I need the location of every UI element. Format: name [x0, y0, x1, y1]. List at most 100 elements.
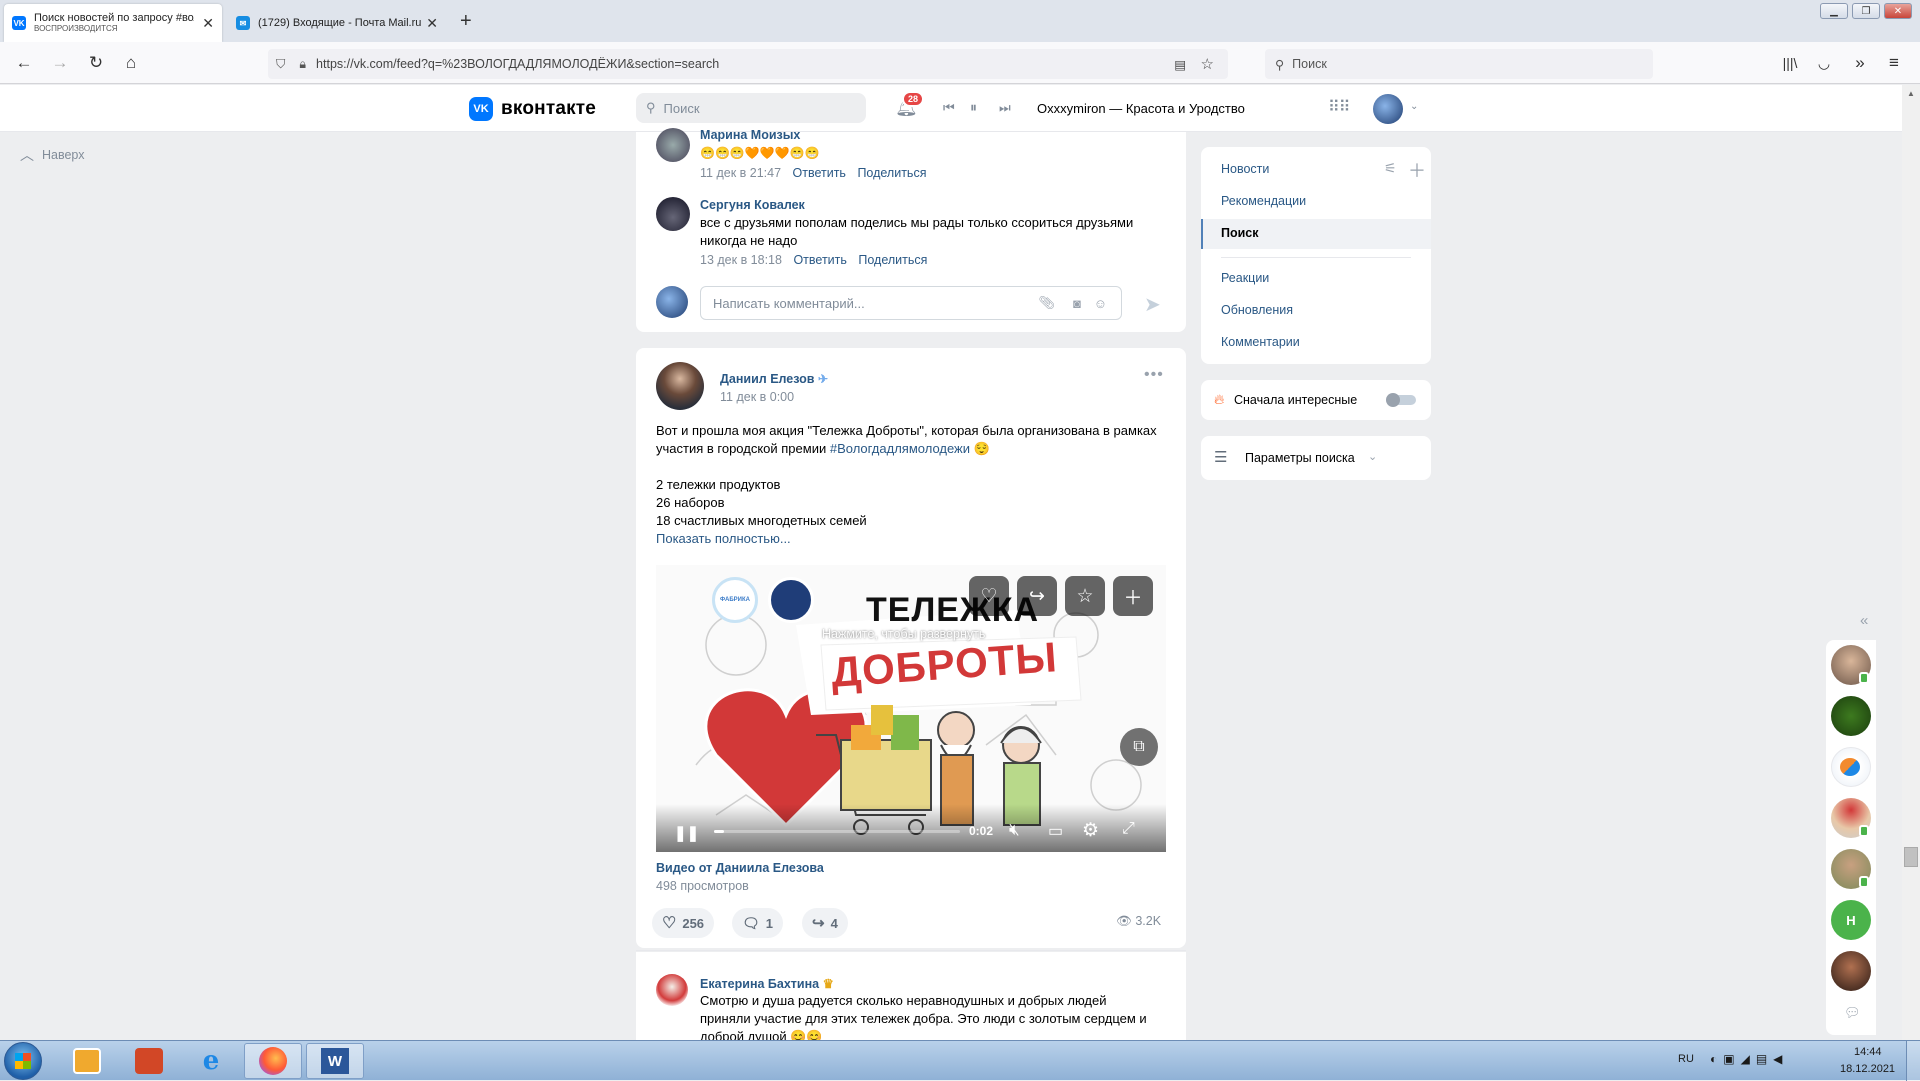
home-icon[interactable]: ⌂ [121, 54, 141, 72]
post-author-name[interactable]: Даниил Елезов ✈ [720, 372, 828, 386]
video-pause-icon[interactable]: ❚❚ [674, 824, 699, 842]
next-track-icon[interactable]: ⏭ [999, 100, 1011, 116]
comment-author[interactable]: Сергуня Ковалек [700, 198, 805, 212]
comment-avatar[interactable] [656, 974, 688, 1006]
video-favorite-star-button[interactable]: ☆ [1065, 576, 1105, 616]
emoji-icon[interactable]: ☺ [1094, 296, 1107, 311]
search-parameters-box[interactable]: ☰ Параметры поиска ⌄ [1201, 436, 1431, 480]
browser-search-bar[interactable]: ⚲ Поиск [1265, 49, 1653, 79]
comment-input[interactable]: Написать комментарий... 📎︎ ◙ ☺ [700, 286, 1122, 320]
taskbar-firefox[interactable] [244, 1043, 302, 1079]
menu-item-updates[interactable]: Обновления [1221, 303, 1293, 317]
comment-avatar[interactable] [656, 128, 690, 162]
taskbar-powerpoint[interactable] [120, 1043, 178, 1079]
forward-arrow-icon[interactable]: → [50, 54, 70, 72]
vk-search-input[interactable]: ⚲ Поиск [636, 93, 866, 123]
chat-collapse-icon[interactable]: « [1860, 612, 1868, 629]
page-scrollbar[interactable]: ▲ [1902, 85, 1920, 1040]
previous-track-icon[interactable]: ⏮ [943, 100, 955, 116]
keyboard-language[interactable]: RU [1678, 1053, 1694, 1065]
reload-icon[interactable]: ↻ [86, 54, 106, 72]
video-share-button[interactable]: ↪ [1017, 576, 1057, 616]
taskbar-internet-explorer[interactable]: e [182, 1043, 240, 1079]
post-date[interactable]: 11 дек в 0:00 [720, 390, 794, 404]
show-desktop-button[interactable] [1906, 1041, 1920, 1081]
video-caption[interactable]: Видео от Даниила Елезова [656, 861, 824, 875]
bookmark-star-icon[interactable]: ☆ [1201, 55, 1214, 73]
pocket-icon[interactable]: ◡ [1814, 54, 1834, 72]
clock-time[interactable]: 14:44 [1854, 1046, 1882, 1058]
chat-contact-avatar[interactable]: Н [1831, 900, 1871, 940]
url-bar[interactable]: ⛉ 🔒︎ https://vk.com/feed?q=%23ВОЛОГДАДЛЯ… [268, 49, 1228, 79]
theater-mode-icon[interactable]: ▭ [1048, 821, 1063, 841]
menu-item-search[interactable]: Поиск [1221, 226, 1259, 240]
back-arrow-icon[interactable]: ← [14, 54, 34, 72]
filter-sliders-icon[interactable]: ⚟ [1384, 160, 1397, 177]
menu-hamburger-icon[interactable]: ≡ [1884, 54, 1904, 72]
share-link[interactable]: Поделиться [858, 253, 927, 267]
hashtag-link[interactable]: #Вологдадлямолодежи [830, 441, 970, 456]
apps-grid-icon[interactable]: ⠿⠿ [1328, 97, 1350, 117]
start-button[interactable] [4, 1042, 42, 1080]
tray-icons[interactable]: ◐▣◢▤◀ [1710, 1052, 1788, 1066]
menu-item-recommendations[interactable]: Рекомендации [1221, 194, 1306, 208]
clock-date[interactable]: 18.12.2021 [1840, 1063, 1895, 1075]
attach-clip-icon[interactable]: 📎︎ [1038, 295, 1055, 311]
maximize-button[interactable]: ❐ [1852, 3, 1880, 19]
menu-item-comments[interactable]: Комментарии [1221, 335, 1300, 349]
tab-vk-search[interactable]: VK Поиск новостей по запросу #волог... В… [4, 4, 222, 42]
menu-item-news[interactable]: Новости [1221, 162, 1269, 176]
comment-button[interactable]: 🗨︎ 1 [732, 908, 784, 938]
tab-close-icon[interactable]: ✕ [426, 15, 438, 32]
more-options-icon[interactable]: ••• [1144, 366, 1164, 384]
reply-link[interactable]: Ответить [793, 253, 846, 267]
tab-mail[interactable]: ✉ (1729) Входящие - Почта Mail.ru ✕ [228, 4, 446, 42]
video-like-button[interactable]: ♡ [969, 576, 1009, 616]
menu-item-reactions[interactable]: Реакции [1221, 271, 1269, 285]
settings-gear-icon[interactable]: ⚙ [1082, 819, 1099, 842]
chat-contact-avatar[interactable] [1831, 696, 1871, 736]
user-avatar[interactable] [1373, 94, 1403, 124]
interesting-first-toggle[interactable] [1386, 393, 1416, 407]
comment-author[interactable]: Марина Моизых [700, 128, 800, 142]
chevron-down-icon[interactable]: ⌄ [1410, 101, 1418, 112]
vk-logo[interactable]: VK вконтакте [469, 97, 596, 121]
now-playing-track[interactable]: Oxxxymiron — Красота и Уродство [1037, 101, 1245, 116]
taskbar-word[interactable]: W [306, 1043, 364, 1079]
video-player[interactable]: ФАБРИКА ТЕЛЕЖКА Нажмите, чтобы развернут… [656, 565, 1166, 852]
scroll-up-arrow-icon[interactable]: ▲ [1902, 89, 1920, 98]
chat-contact-avatar[interactable] [1831, 951, 1871, 991]
mute-icon[interactable]: 🔇︎ [1009, 820, 1020, 840]
new-tab-button[interactable]: + [460, 10, 472, 33]
like-button[interactable]: ♡ 256 [652, 908, 715, 938]
share-button[interactable]: ↪ 4 [802, 908, 848, 938]
reply-link[interactable]: Ответить [793, 166, 846, 180]
chat-messages-icon[interactable]: 💬︎ [1844, 1005, 1861, 1021]
back-to-top-button[interactable]: ︿ Наверх [20, 145, 85, 165]
shield-icon[interactable]: ⛉ [276, 57, 285, 72]
comment-time[interactable]: 11 дек в 21:47 [700, 166, 781, 180]
comment-avatar[interactable] [656, 197, 690, 231]
reader-view-icon[interactable]: ▤ [1174, 57, 1186, 72]
tab-close-icon[interactable]: ✕ [202, 15, 214, 32]
close-window-button[interactable]: ✕ [1884, 3, 1912, 19]
url-text[interactable]: https://vk.com/feed?q=%23ВОЛОГДАДЛЯМОЛОД… [316, 57, 719, 71]
comment-author[interactable]: Екатерина Бахтина ♛ [700, 976, 834, 991]
pause-icon[interactable]: ⏸ [970, 99, 977, 116]
post-author-avatar[interactable] [656, 362, 704, 410]
camera-icon[interactable]: ◙ [1073, 296, 1081, 311]
overflow-chevron-icon[interactable]: » [1850, 54, 1870, 72]
video-progress-track[interactable] [714, 830, 960, 833]
send-icon[interactable]: ➤ [1144, 292, 1161, 317]
library-icon[interactable]: |||\ [1780, 54, 1800, 72]
fullscreen-icon[interactable]: ⤢ [1122, 820, 1135, 838]
show-more-link[interactable]: Показать полностью... [656, 530, 1176, 548]
comment-time[interactable]: 13 дек в 18:18 [700, 253, 782, 267]
taskbar-outlook[interactable] [58, 1043, 116, 1079]
picture-in-picture-icon[interactable]: ⧉ [1120, 728, 1158, 766]
video-add-button[interactable]: ＋ [1113, 576, 1153, 616]
minimize-button[interactable]: ▁ [1820, 3, 1848, 19]
share-link[interactable]: Поделиться [857, 166, 926, 180]
add-plus-icon[interactable]: ＋ [1408, 157, 1426, 183]
scrollbar-thumb[interactable] [1904, 847, 1918, 867]
